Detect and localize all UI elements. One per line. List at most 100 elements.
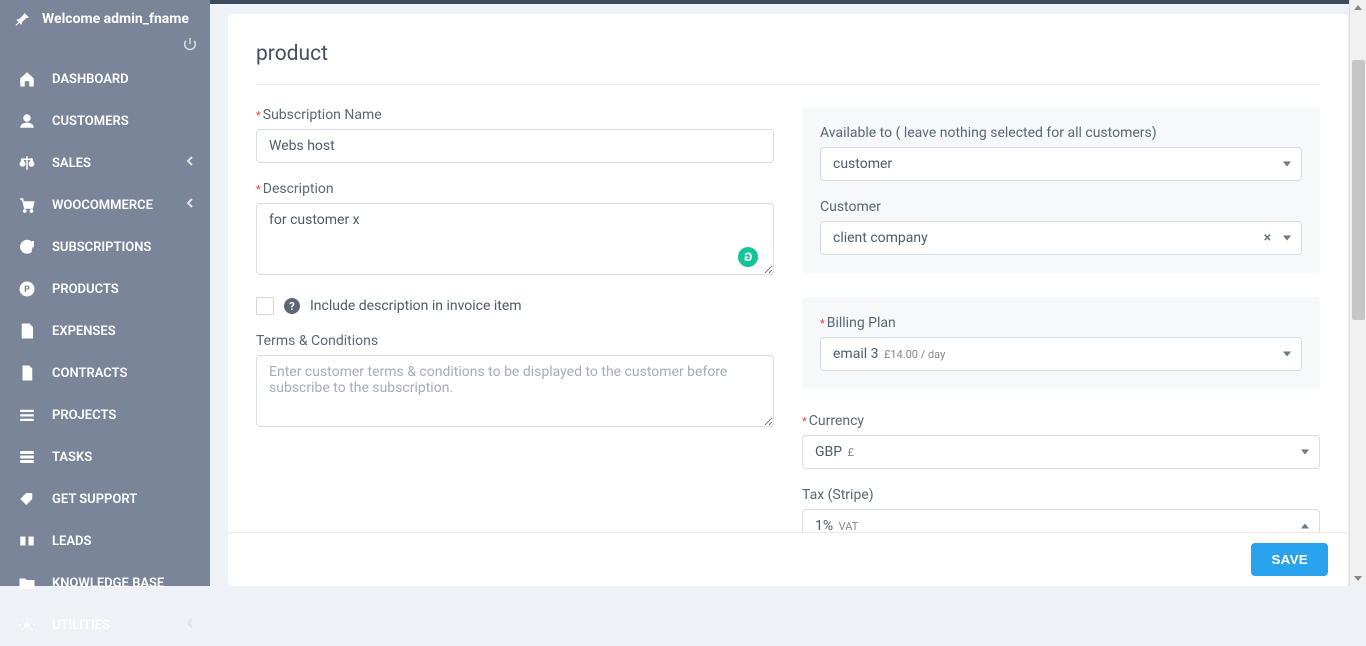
subscription-name-group: *Subscription Name [256, 107, 774, 163]
sidebar-item-woocommerce[interactable]: WOOCOMMERCE [0, 184, 210, 226]
page-title: product [256, 42, 1320, 85]
pin-icon [14, 10, 32, 28]
customer-group: Customer client company × [820, 199, 1302, 255]
select-value: GBP [815, 444, 842, 460]
sidebar-item-customers[interactable]: CUSTOMERS [0, 100, 210, 142]
sidebar-item-knowledge-base[interactable]: KNOWLEDGE BASE [0, 562, 210, 604]
help-icon[interactable]: ? [284, 298, 300, 314]
gear-icon [18, 616, 36, 634]
currency-label: *Currency [802, 413, 1320, 429]
svg-text:P: P [24, 285, 30, 295]
footer-bar: SAVE [228, 532, 1348, 586]
refresh-icon [18, 238, 36, 256]
sidebar-item-label: WOOCOMMERCE [52, 198, 153, 213]
sidebar-item-label: DASHBOARD [52, 72, 129, 87]
sidebar-item-get-support[interactable]: GET SUPPORT [0, 478, 210, 520]
description-input[interactable] [256, 203, 774, 275]
sidebar-item-label: GET SUPPORT [52, 492, 137, 507]
label-text: Subscription Name [263, 107, 382, 123]
billing-plan-select[interactable]: email 3 £14.00 / day [820, 337, 1302, 371]
form-left: *Subscription Name *Description [256, 107, 774, 532]
customer-label: Customer [820, 199, 1302, 215]
main: product *Subscription Name *Description [210, 0, 1366, 586]
sidebar-item-projects[interactable]: PROJECTS [0, 394, 210, 436]
bars-icon [18, 406, 36, 424]
save-button[interactable]: SAVE [1251, 543, 1328, 576]
sidebar-item-dashboard[interactable]: DASHBOARD [0, 58, 210, 100]
chevron-up-icon [1301, 524, 1309, 529]
subscription-name-input[interactable] [256, 129, 774, 163]
sidebar-item-contracts[interactable]: CONTRACTS [0, 352, 210, 394]
cart-icon [18, 196, 36, 214]
label-text: Billing Plan [827, 315, 896, 331]
tag-icon [18, 490, 36, 508]
chevron-down-icon [1301, 450, 1309, 455]
include-description-checkbox[interactable]: ? Include description in invoice item [256, 297, 774, 315]
select-value: 1% [815, 518, 833, 532]
tasks-icon [18, 448, 36, 466]
available-to-panel: Available to ( leave nothing selected fo… [802, 107, 1320, 273]
tax-select[interactable]: 1% VAT [802, 509, 1320, 532]
file-icon [18, 322, 36, 340]
sidebar-item-label: EXPENSES [52, 324, 116, 339]
content-scroll[interactable]: product *Subscription Name *Description [210, 4, 1366, 532]
form-columns: *Subscription Name *Description [256, 107, 1320, 532]
sidebar-item-tasks[interactable]: TASKS [0, 436, 210, 478]
tax-group: Tax (Stripe) 1% VAT [802, 487, 1320, 532]
currency-select[interactable]: GBP £ [802, 435, 1320, 469]
select-value: client company [833, 230, 928, 246]
scrollbar-thumb[interactable] [1352, 60, 1365, 320]
sidebar-item-label: SUBSCRIPTIONS [52, 240, 151, 255]
checkbox-icon [256, 297, 274, 315]
sidebar-item-products[interactable]: P PRODUCTS [0, 268, 210, 310]
grammarly-icon[interactable] [738, 247, 758, 267]
browser-scrollbar[interactable] [1349, 0, 1366, 586]
chevron-left-icon [186, 155, 194, 171]
sidebar-item-label: UTILITIES [52, 618, 110, 633]
sidebar-item-subscriptions[interactable]: SUBSCRIPTIONS [0, 226, 210, 268]
sidebar-item-label: KNOWLEDGE BASE [52, 576, 164, 591]
scroll-down-icon [1354, 576, 1362, 581]
product-card: product *Subscription Name *Description [228, 14, 1348, 532]
page-icon [18, 364, 36, 382]
label-text: Description [263, 181, 334, 197]
sidebar-item-label: PROJECTS [52, 408, 116, 423]
terms-group: Terms & Conditions [256, 333, 774, 431]
p-circle-icon: P [18, 280, 36, 298]
sidebar-header: Welcome admin_fname [0, 0, 210, 32]
available-to-select[interactable]: customer [820, 147, 1302, 181]
chevron-down-icon [1283, 236, 1291, 241]
clear-icon[interactable]: × [1264, 230, 1271, 246]
chevron-down-icon [1283, 162, 1291, 167]
logout-row [0, 32, 210, 58]
billing-plan-suffix: £14.00 / day [884, 348, 945, 361]
customer-select[interactable]: client company × [820, 221, 1302, 255]
subscription-name-label: *Subscription Name [256, 107, 774, 123]
available-to-label: Available to ( leave nothing selected fo… [820, 125, 1302, 141]
folder-icon [18, 574, 36, 592]
sidebar-item-leads[interactable]: LEADS [0, 520, 210, 562]
terms-label: Terms & Conditions [256, 333, 774, 349]
description-label: *Description [256, 181, 774, 197]
welcome-text: Welcome admin_fname [42, 11, 189, 27]
currency-symbol: £ [848, 446, 854, 459]
user-icon [18, 112, 36, 130]
checkbox-label: Include description in invoice item [310, 298, 522, 314]
sidebar-item-sales[interactable]: SALES [0, 142, 210, 184]
app-root: Welcome admin_fname DASHBOARD CUSTOMERS … [0, 0, 1366, 586]
chevron-left-icon [186, 617, 194, 633]
scales-icon [18, 154, 36, 172]
sidebar-item-label: CUSTOMERS [52, 114, 129, 129]
terms-input[interactable] [256, 355, 774, 427]
power-icon[interactable] [182, 36, 198, 56]
scroll-up-icon [1354, 5, 1362, 10]
chevron-left-icon [186, 197, 194, 213]
tax-suffix: VAT [839, 520, 859, 532]
sidebar-item-expenses[interactable]: EXPENSES [0, 310, 210, 352]
description-wrap [256, 203, 774, 279]
sidebar-item-label: TASKS [52, 450, 92, 465]
available-to-group: Available to ( leave nothing selected fo… [820, 125, 1302, 181]
sidebar: Welcome admin_fname DASHBOARD CUSTOMERS … [0, 0, 210, 586]
sidebar-item-label: LEADS [52, 534, 91, 549]
sidebar-item-utilities[interactable]: UTILITIES [0, 604, 210, 646]
